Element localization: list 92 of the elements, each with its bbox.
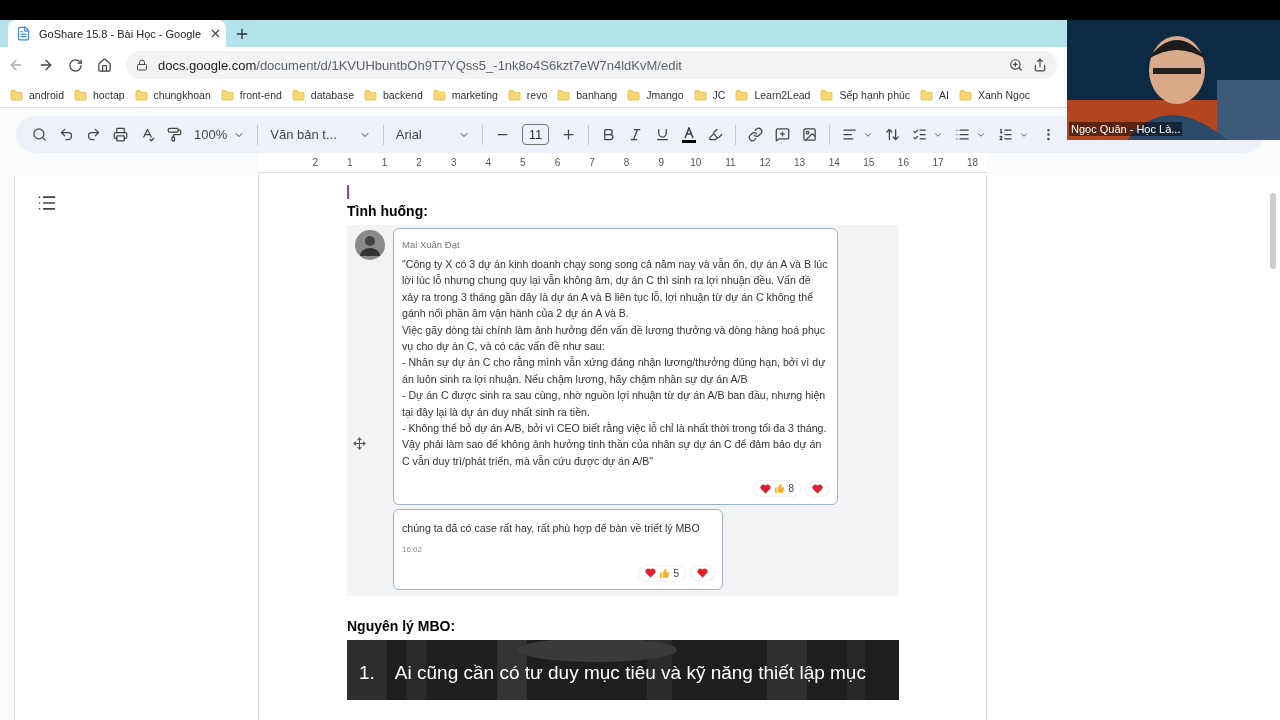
heart-icon (760, 483, 772, 494)
undo-icon[interactable] (59, 127, 74, 142)
numbered-list-icon[interactable] (998, 127, 1030, 142)
folder-icon (820, 88, 834, 102)
search-icon[interactable] (32, 127, 47, 142)
reaction-count[interactable]: 5 (639, 565, 685, 581)
bookmark[interactable]: backend (364, 88, 423, 102)
style-dropdown[interactable]: Văn bản t... (270, 127, 371, 142)
bookmark[interactable]: banhang (557, 88, 618, 102)
bookmark[interactable]: marketing (432, 88, 498, 102)
home-icon[interactable] (97, 57, 112, 73)
folder-icon (627, 88, 641, 102)
bookmark[interactable]: AI (920, 88, 949, 102)
link-icon[interactable] (748, 127, 764, 142)
folder-icon (432, 88, 446, 102)
address-bar[interactable]: docs.google.com/document/d/1KVUHbuntbOh9T7YQss5_-1nk8o4S6kzt7eW7n4ldKvM/edit (126, 51, 1057, 79)
heart-icon (812, 483, 823, 494)
bookmark[interactable]: Learn2Lead (735, 88, 811, 102)
bullet-list-icon[interactable] (955, 127, 987, 142)
bookmark[interactable]: revo (507, 88, 548, 102)
ruler[interactable]: 2 1 1 2 3 4 5 6 7 8 9 10 11 12 13 14 15 16 17 18 (258, 153, 987, 173)
participant-name: Ngọc Quân - Học Là... (1069, 122, 1183, 136)
reaction-count[interactable]: 8 (754, 481, 800, 497)
spellcheck-icon[interactable] (140, 127, 155, 142)
folder-icon (557, 88, 571, 102)
folder-icon (693, 88, 707, 102)
lock-icon (136, 59, 148, 71)
italic-icon[interactable] (628, 127, 644, 142)
thumbs-up-icon (659, 567, 671, 579)
heading: Tình huống: (347, 203, 429, 219)
message-time: 16:02 (402, 544, 424, 554)
reload-icon[interactable] (68, 57, 83, 73)
avatar (355, 230, 385, 260)
sender-name: Mai Xuân Đạt (402, 239, 461, 250)
plus-icon[interactable] (561, 127, 577, 142)
heart-reaction[interactable] (806, 481, 829, 496)
heart-icon (697, 568, 708, 579)
bookmark[interactable]: database (291, 88, 355, 102)
zoom-dropdown[interactable]: 100% (194, 127, 246, 142)
text-color-icon[interactable] (682, 126, 697, 143)
message-text: "Công ty X có 3 dự án kinh doanh chạy song song cả năm nay và vẫn ổn, dự án A và B lúc lời lúc lỗ nhưng chung quy lại vẫn không âm, dự án C thì sinh ra lợi nhuận đều. Vấn đề xảy ra trong 3 tháng gần đây là dự án A và B liên tục lỗ, lợi nhuận từ dự án C không thể gánh nổi phần âm vận hành của 2 dự án A và B. (402, 257, 829, 322)
thumbs-up-icon (774, 483, 786, 495)
bookmark[interactable]: JC (693, 88, 726, 102)
paint-format-icon[interactable] (167, 127, 182, 142)
message-text: - Nhân sự dự án C cho rằng mình vẫn xứng đáng nhận lương/thưởng đúng hạn, bởi vì dự án luôn sinh ra lợi nhuận. Nếu chậm lương, hãy chậm nhân sự dự án A/B (402, 355, 827, 387)
checklist-icon[interactable] (912, 127, 944, 142)
folder-icon (74, 88, 88, 102)
redo-icon[interactable] (86, 127, 101, 142)
share-icon[interactable] (1033, 58, 1047, 72)
reply-text: chúng ta đã có case rất hay, rất phù hợp để bàn về triết lý MBO (402, 521, 701, 537)
browser-tab[interactable]: GoShare 15.8 - Bài Học - Google (8, 20, 226, 47)
folder-icon (291, 88, 305, 102)
bookmark[interactable]: android (10, 88, 65, 102)
underline-icon[interactable] (655, 127, 671, 142)
font-dropdown[interactable]: Arial (395, 127, 470, 142)
forward-icon[interactable] (38, 57, 54, 73)
scrollbar[interactable] (1270, 193, 1276, 269)
message-text: Vậy phải làm sao để không ảnh hưởng tinh thần của nhân sự dự án C để đảm bảo dự án C vẫn duy trì/phát triển, mà vẫn cứu được dự án A/B" (402, 437, 823, 469)
image-icon[interactable] (802, 127, 818, 142)
move-icon (353, 437, 366, 450)
heading: Nguyên lý MBO: (347, 617, 457, 634)
message-text: - Không thể bỏ dự án A/B, bởi vì CEO biết rằng việc lỗ chỉ là nhất thời trong tối đa 3 tháng. (402, 421, 828, 437)
bookmark[interactable]: hoctap (74, 88, 125, 102)
docs-icon (16, 26, 31, 41)
bookmark[interactable]: Sếp hạnh phúc (820, 88, 911, 102)
align-icon[interactable] (842, 127, 874, 142)
heart-icon (645, 568, 657, 579)
highlighter-icon[interactable] (708, 127, 724, 142)
folder-icon (364, 88, 378, 102)
line-spacing-icon[interactable] (885, 127, 901, 142)
folder-icon (134, 88, 148, 102)
print-icon[interactable] (113, 127, 128, 142)
folder-icon (959, 88, 972, 102)
folder-icon (507, 88, 521, 102)
bookmark[interactable]: front-end (220, 88, 282, 102)
folder-icon (920, 88, 934, 102)
collaborator-cursor (347, 185, 349, 199)
add-comment-icon[interactable] (775, 127, 791, 142)
bookmark[interactable]: chungkhoan (134, 88, 211, 102)
bookmark[interactable]: Jmango (627, 88, 684, 102)
heart-reaction[interactable] (691, 566, 714, 581)
message-text: Việc gãy dòng tài chính làm ảnh hưởng đến vấn đề lương thưởng và dòng hàng hoá phục vụ cho dự án C, và có các vấn đề như sau: (402, 322, 826, 355)
message-text: - Dự án C được sinh ra sau cùng, nhờ nguồn lợi nhuận từ dự án A/B ban đầu, nhưng hiện tại đây lại là dự án duy nhất sinh ra tiền. (402, 388, 827, 420)
zoom-icon[interactable] (1009, 58, 1023, 72)
bookmark[interactable]: Xanh Ngọc (959, 88, 1030, 102)
folder-icon (735, 88, 749, 102)
folder-icon (10, 88, 23, 102)
folder-icon (220, 88, 234, 102)
outline-icon[interactable] (37, 193, 57, 213)
font-size-field[interactable]: 11 (521, 124, 550, 145)
list-number: 1. (359, 661, 375, 684)
banner-text: Ai cũng cần có tư duy mục tiêu và kỹ năng thiết lập mục (394, 661, 866, 684)
